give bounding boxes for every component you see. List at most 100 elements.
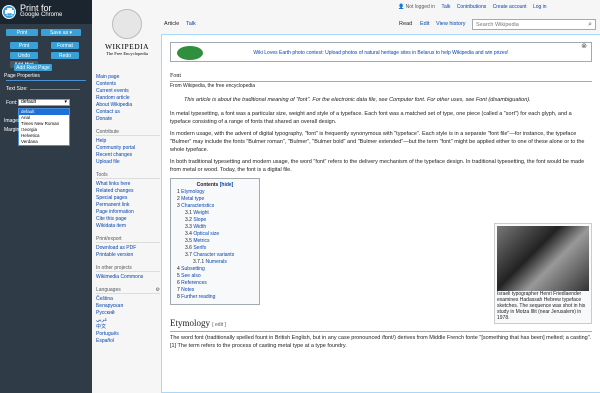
toc-item[interactable]: 3 Characteristics bbox=[177, 203, 253, 210]
sidebar-item-recent-changes[interactable]: Recent changes bbox=[96, 152, 160, 159]
toc-item[interactable]: 3.5 Metrics bbox=[177, 238, 253, 245]
sidebar-item-contact[interactable]: Contact us bbox=[96, 109, 160, 116]
wikipedia-page: WIKIPEDIA The Free Encyclopedia Main pag… bbox=[92, 0, 600, 393]
wikipedia-wordmark: WIKIPEDIA bbox=[104, 42, 150, 51]
save-as-button[interactable]: Save as ▾ bbox=[41, 29, 81, 36]
sidebar-item-related-changes[interactable]: Related changes bbox=[96, 188, 160, 195]
sidebar-item-language[interactable]: Русский bbox=[96, 310, 160, 317]
toc-item[interactable]: 3.3 Width bbox=[177, 224, 253, 231]
tab-read[interactable]: Read bbox=[399, 21, 412, 27]
add-rect-page-button[interactable]: Add Rect Page bbox=[14, 64, 52, 71]
gear-icon[interactable]: ⚙ bbox=[156, 287, 160, 293]
thumbnail: Israeli typographer Henri Friedlaender e… bbox=[494, 223, 592, 324]
sidebar-item-current-events[interactable]: Current events bbox=[96, 88, 160, 95]
redo-button[interactable]: Redo bbox=[51, 52, 79, 59]
sidebar-item-special-pages[interactable]: Special pages bbox=[96, 195, 160, 202]
sidebar-heading-print-export: Print/export bbox=[96, 236, 160, 243]
page-title: Font bbox=[170, 72, 592, 82]
toc-item[interactable]: 3.4 Optical size bbox=[177, 231, 253, 238]
edit-section-link[interactable]: [ edit ] bbox=[212, 322, 226, 328]
printer-logo-icon bbox=[2, 5, 16, 19]
format-button[interactable]: Format bbox=[51, 42, 79, 49]
font-label: Font: bbox=[6, 100, 18, 106]
sidebar-item-language[interactable]: 中文 bbox=[96, 324, 160, 331]
sidebar-item-donate[interactable]: Donate bbox=[96, 116, 160, 123]
font-dropdown-list: default Arial Times New Roman Georgia He… bbox=[18, 108, 70, 146]
sidebar-item-printable-version[interactable]: Printable version bbox=[96, 252, 160, 259]
top-bar: 👤 Not logged in Talk Contributions Creat… bbox=[92, 0, 600, 34]
paragraph: In metal typesetting, a font was a parti… bbox=[170, 111, 572, 125]
sidebar-item-random-article[interactable]: Random article bbox=[96, 95, 160, 102]
toc-title: Contents bbox=[196, 182, 219, 188]
tab-talk[interactable]: Talk bbox=[186, 21, 196, 27]
close-icon[interactable]: ⊗ bbox=[581, 37, 587, 57]
tab-view-history[interactable]: View history bbox=[436, 21, 466, 27]
toc-item[interactable]: 2 Metal type bbox=[177, 196, 253, 203]
font-select[interactable]: default ▾ bbox=[18, 99, 70, 106]
pfc-subtitle: Google Chrome bbox=[20, 12, 63, 18]
toc-item[interactable]: 3.7 Character variants bbox=[177, 252, 253, 259]
tab-article[interactable]: Article bbox=[164, 21, 179, 27]
log-in-link[interactable]: Log in bbox=[533, 4, 547, 10]
images-label: Images: bbox=[4, 118, 22, 124]
personal-tools: 👤 Not logged in Talk Contributions Creat… bbox=[398, 4, 547, 10]
sidebar-item-language[interactable]: Português bbox=[96, 331, 160, 338]
sidebar-item-page-information[interactable]: Page information bbox=[96, 209, 160, 216]
sidebar-item-language[interactable]: Беларуская bbox=[96, 303, 160, 310]
toc-item[interactable]: 3.2 Slope bbox=[177, 217, 253, 224]
toc-item[interactable]: 8 Further reading bbox=[177, 294, 253, 301]
tab-edit[interactable]: Edit bbox=[420, 21, 429, 27]
pfc-header: Print for Google Chrome bbox=[0, 0, 92, 24]
sidebar-heading-other-projects: In other projects bbox=[96, 265, 160, 272]
toc-item[interactable]: 7 Notes bbox=[177, 287, 253, 294]
sidebar-item-language[interactable]: Čeština bbox=[96, 296, 160, 303]
toc-item[interactable]: 3.1 Weight bbox=[177, 210, 253, 217]
sidebar-item-what-links-here[interactable]: What links here bbox=[96, 181, 160, 188]
sidebar-item-main-page[interactable]: Main page bbox=[96, 74, 160, 81]
margins-label: Margins: bbox=[4, 127, 24, 133]
site-notice-link[interactable]: Wiki Loves Earth photo contest: Upload p… bbox=[253, 50, 508, 56]
text-size-slider[interactable] bbox=[30, 89, 80, 90]
sidebar-heading-languages: Languages ⚙ bbox=[96, 287, 160, 294]
sidebar-item-wikimedia-commons[interactable]: Wikimedia Commons bbox=[96, 274, 160, 281]
undo-button[interactable]: Undo bbox=[10, 52, 38, 59]
print-secondary-button[interactable]: Print bbox=[10, 42, 38, 49]
sidebar-item-language[interactable]: عربي bbox=[96, 317, 160, 324]
chevron-down-icon: ▾ bbox=[64, 99, 67, 105]
toc-item[interactable]: 1 Etymology bbox=[177, 189, 253, 196]
user-icon: 👤 bbox=[398, 4, 405, 10]
sidebar-item-language[interactable]: Español bbox=[96, 338, 160, 345]
site-notice: Wiki Loves Earth photo contest: Upload p… bbox=[170, 42, 592, 62]
divider bbox=[6, 80, 86, 81]
talk-link[interactable]: Talk bbox=[441, 4, 450, 10]
wikipedia-tagline: The Free Encyclopedia bbox=[106, 51, 148, 56]
toc-hide-link[interactable]: [hide] bbox=[220, 182, 234, 188]
sidebar-item-cite-page[interactable]: Cite this page bbox=[96, 216, 160, 223]
toc-item[interactable]: 3.6 Serifs bbox=[177, 245, 253, 252]
sidebar-item-community-portal[interactable]: Community portal bbox=[96, 145, 160, 152]
toc-item[interactable]: 3.7.1 Numerals bbox=[177, 259, 253, 266]
toc-item[interactable]: 4 Subsetting bbox=[177, 266, 253, 273]
sidebar-item-about[interactable]: About Wikipedia bbox=[96, 102, 160, 109]
wiki-loves-earth-icon bbox=[177, 46, 203, 60]
sidebar-item-wikidata-item[interactable]: Wikidata item bbox=[96, 223, 160, 230]
search-icon[interactable]: ⌕ bbox=[588, 21, 592, 29]
print-button[interactable]: Print bbox=[6, 29, 38, 36]
sidebar-item-contents[interactable]: Contents bbox=[96, 81, 160, 88]
thumbnail-caption: Israeli typographer Henri Friedlaender e… bbox=[497, 291, 586, 321]
sidebar-item-upload-file[interactable]: Upload file bbox=[96, 159, 160, 166]
font-option[interactable]: Verdana bbox=[19, 139, 69, 145]
table-of-contents: Contents [hide] 1 Etymology 2 Metal type 3… bbox=[170, 178, 260, 305]
create-account-link[interactable]: Create account bbox=[493, 4, 527, 10]
sidebar-item-help[interactable]: Help bbox=[96, 138, 160, 145]
search-input[interactable]: Search Wikipedia ⌕ bbox=[472, 19, 596, 30]
sidebar-item-permanent-link[interactable]: Permanent link bbox=[96, 202, 160, 209]
sidebar-heading-contribute: Contribute bbox=[96, 129, 160, 136]
toc-item[interactable]: 6 References bbox=[177, 280, 253, 287]
contributions-link[interactable]: Contributions bbox=[457, 4, 486, 10]
toc-item[interactable]: 5 See also bbox=[177, 273, 253, 280]
hatnote: This article is about the traditional me… bbox=[184, 97, 531, 103]
video-thumbnail-image[interactable] bbox=[497, 226, 589, 291]
not-logged-in-text: Not logged in bbox=[405, 4, 436, 10]
sidebar-item-download-pdf[interactable]: Download as PDF bbox=[96, 245, 160, 252]
